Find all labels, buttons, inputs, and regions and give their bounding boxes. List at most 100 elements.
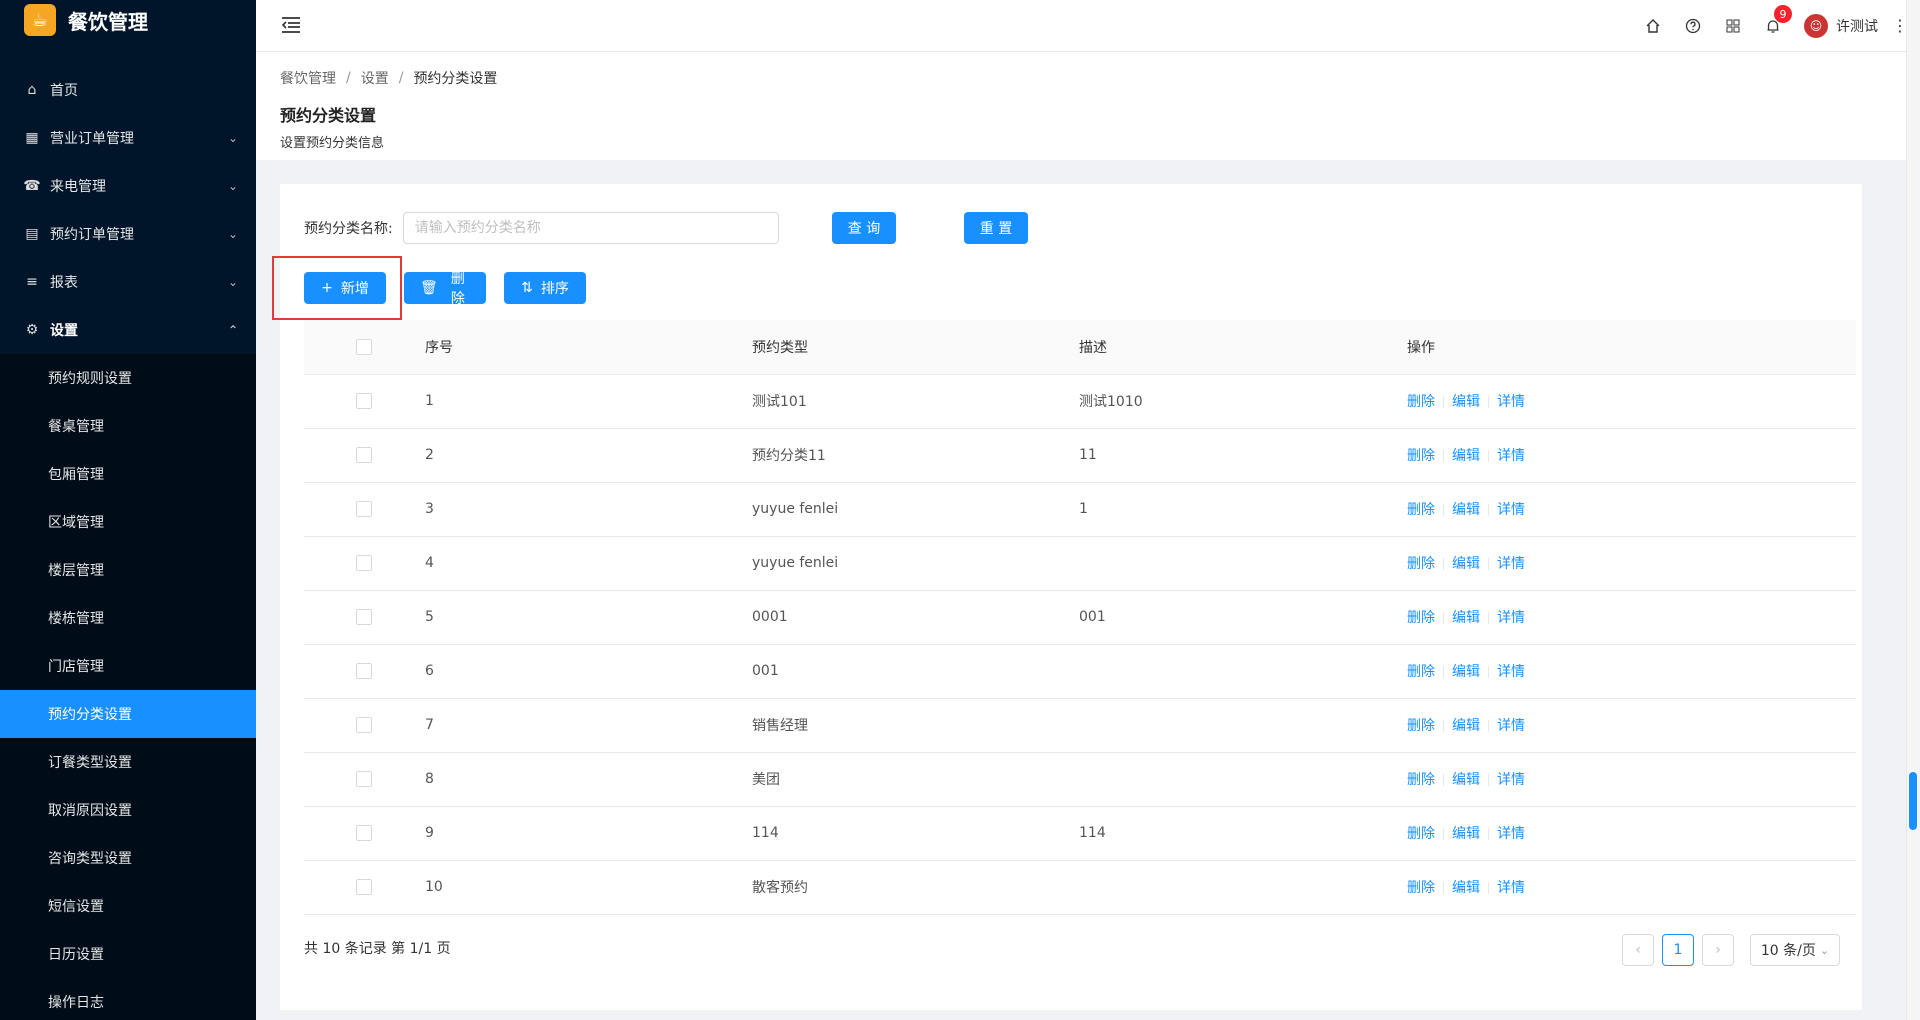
row-checkbox[interactable] <box>356 447 372 463</box>
divider <box>1488 882 1489 894</box>
row-edit-link[interactable]: 编辑 <box>1452 394 1480 410</box>
row-edit-link[interactable]: 编辑 <box>1452 556 1480 572</box>
row-delete-link[interactable]: 删除 <box>1407 556 1435 572</box>
row-checkbox[interactable] <box>356 393 372 409</box>
row-edit-link[interactable]: 编辑 <box>1452 664 1480 680</box>
bell-icon[interactable]: 9 <box>1764 5 1792 35</box>
sidebar-subitem-tables[interactable]: 餐桌管理 <box>0 402 256 450</box>
row-edit-link[interactable]: 编辑 <box>1452 772 1480 788</box>
row-delete-link[interactable]: 删除 <box>1407 826 1435 842</box>
row-checkbox[interactable] <box>356 501 372 517</box>
row-detail-link[interactable]: 详情 <box>1497 502 1525 518</box>
row-checkbox[interactable] <box>356 771 372 787</box>
cell-seq: 10 <box>424 860 751 915</box>
chevron-down-icon: ⌄ <box>227 179 238 193</box>
row-checkbox[interactable] <box>356 879 372 895</box>
table-row: 7 销售经理 删除 编辑 详情 <box>304 698 1856 753</box>
row-delete-link[interactable]: 删除 <box>1407 502 1435 518</box>
sidebar-item-calls[interactable]: ☎ 来电管理 ⌄ <box>0 162 256 210</box>
cell-actions: 删除 编辑 详情 <box>1406 590 1856 645</box>
add-button-label: 新增 <box>340 281 369 297</box>
apps-grid-icon[interactable] <box>1724 17 1742 35</box>
sidebar-item-settings[interactable]: ⚙ 设置 ⌃ <box>0 306 256 354</box>
home-icon[interactable] <box>1644 17 1662 35</box>
row-checkbox[interactable] <box>356 609 372 625</box>
user-name: 许测试 <box>1836 19 1878 35</box>
row-detail-link[interactable]: 详情 <box>1497 772 1525 788</box>
row-edit-link[interactable]: 编辑 <box>1452 826 1480 842</box>
sidebar-subitem-meal-types[interactable]: 订餐类型设置 <box>0 738 256 786</box>
breadcrumb-item[interactable]: 设置 <box>361 68 389 88</box>
category-table: 序号 预约类型 描述 操作 1 测试101 测试1010 删除 编辑 详情 2 预约分类11 1… <box>304 320 1856 915</box>
row-edit-link[interactable]: 编辑 <box>1452 718 1480 734</box>
cell-type: 预约分类11 <box>751 428 1078 483</box>
help-icon[interactable] <box>1684 17 1702 35</box>
delete-button[interactable]: 🗑 删除 <box>404 271 486 307</box>
reset-button[interactable]: 重 置 <box>964 212 1028 244</box>
row-edit-link[interactable]: 编辑 <box>1452 880 1480 896</box>
row-edit-link[interactable]: 编辑 <box>1452 448 1480 464</box>
sidebar-item-business-orders[interactable]: ▦ 营业订单管理 ⌄ <box>0 114 256 162</box>
row-detail-link[interactable]: 详情 <box>1497 394 1525 410</box>
sidebar-subitem-cancel-reasons[interactable]: 取消原因设置 <box>0 786 256 834</box>
page-number-button[interactable]: 1 <box>1662 934 1694 966</box>
search-input[interactable] <box>402 212 779 244</box>
sidebar-subitem-areas[interactable]: 区域管理 <box>0 498 256 546</box>
row-detail-link[interactable]: 详情 <box>1497 448 1525 464</box>
row-detail-link[interactable]: 详情 <box>1497 826 1525 842</box>
page-scrollbar[interactable] <box>1906 0 1920 1020</box>
cell-actions: 删除 编辑 详情 <box>1406 536 1856 591</box>
sidebar-subitem-reservation-categories[interactable]: 预约分类设置 <box>0 690 256 738</box>
page-size-select[interactable]: 10 条/页 ⌄ <box>1750 934 1840 966</box>
row-checkbox[interactable] <box>356 663 372 679</box>
sidebar-subitem-logs[interactable]: 操作日志 <box>0 978 256 1020</box>
sidebar-item-home[interactable]: ⌂ 首页 <box>0 66 256 114</box>
sort-icon: ⇅ <box>521 280 533 296</box>
gear-icon: ⚙ <box>25 322 39 338</box>
row-detail-link[interactable]: 详情 <box>1497 556 1525 572</box>
scrollbar-thumb[interactable] <box>1909 772 1917 830</box>
toolbar: + 新增 🗑 删除 ⇅ 排序 <box>272 256 586 320</box>
cell-seq: 6 <box>424 644 751 699</box>
row-delete-link[interactable]: 删除 <box>1407 664 1435 680</box>
sidebar-subitem-sms[interactable]: 短信设置 <box>0 882 256 930</box>
page-size-value: 10 条/页 <box>1760 943 1816 959</box>
row-edit-link[interactable]: 编辑 <box>1452 502 1480 518</box>
query-button[interactable]: 查 询 <box>832 212 896 244</box>
breadcrumb-item[interactable]: 餐饮管理 <box>280 68 336 88</box>
row-detail-link[interactable]: 详情 <box>1497 880 1525 896</box>
sort-button[interactable]: ⇅ 排序 <box>504 272 586 304</box>
row-delete-link[interactable]: 删除 <box>1407 718 1435 734</box>
row-detail-link[interactable]: 详情 <box>1497 664 1525 680</box>
sidebar-subitem-inquiry-types[interactable]: 咨询类型设置 <box>0 834 256 882</box>
row-detail-link[interactable]: 详情 <box>1497 718 1525 734</box>
cell-type: 散客预约 <box>751 860 1078 915</box>
row-checkbox[interactable] <box>356 555 372 571</box>
row-checkbox[interactable] <box>356 825 372 841</box>
row-checkbox[interactable] <box>356 717 372 733</box>
sidebar-item-reservation-orders[interactable]: ▤ 预约订单管理 ⌄ <box>0 210 256 258</box>
avatar: ☺ <box>1804 14 1828 38</box>
row-delete-link[interactable]: 删除 <box>1407 772 1435 788</box>
row-delete-link[interactable]: 删除 <box>1407 448 1435 464</box>
sidebar-subitem-buildings[interactable]: 楼栋管理 <box>0 594 256 642</box>
row-edit-link[interactable]: 编辑 <box>1452 610 1480 626</box>
cell-actions: 删除 编辑 详情 <box>1406 428 1856 483</box>
prev-page-button[interactable]: ‹ <box>1622 934 1654 966</box>
sidebar-item-reports[interactable]: ≡ 报表 ⌄ <box>0 258 256 306</box>
add-button[interactable]: + 新增 <box>304 272 386 304</box>
table-row: 6 001 删除 编辑 详情 <box>304 644 1856 699</box>
row-delete-link[interactable]: 删除 <box>1407 394 1435 410</box>
sidebar-subitem-calendar[interactable]: 日历设置 <box>0 930 256 978</box>
user-menu[interactable]: ☺ 许测试 <box>1804 14 1878 38</box>
row-detail-link[interactable]: 详情 <box>1497 610 1525 626</box>
next-page-button[interactable]: › <box>1702 934 1734 966</box>
select-all-checkbox[interactable] <box>356 338 372 355</box>
row-delete-link[interactable]: 删除 <box>1407 880 1435 896</box>
sidebar-subitem-reservation-rules[interactable]: 预约规则设置 <box>0 354 256 402</box>
row-delete-link[interactable]: 删除 <box>1407 610 1435 626</box>
sidebar-subitem-private-rooms[interactable]: 包厢管理 <box>0 450 256 498</box>
menu-fold-icon[interactable] <box>280 14 302 36</box>
sidebar-subitem-floors[interactable]: 楼层管理 <box>0 546 256 594</box>
sidebar-subitem-stores[interactable]: 门店管理 <box>0 642 256 690</box>
